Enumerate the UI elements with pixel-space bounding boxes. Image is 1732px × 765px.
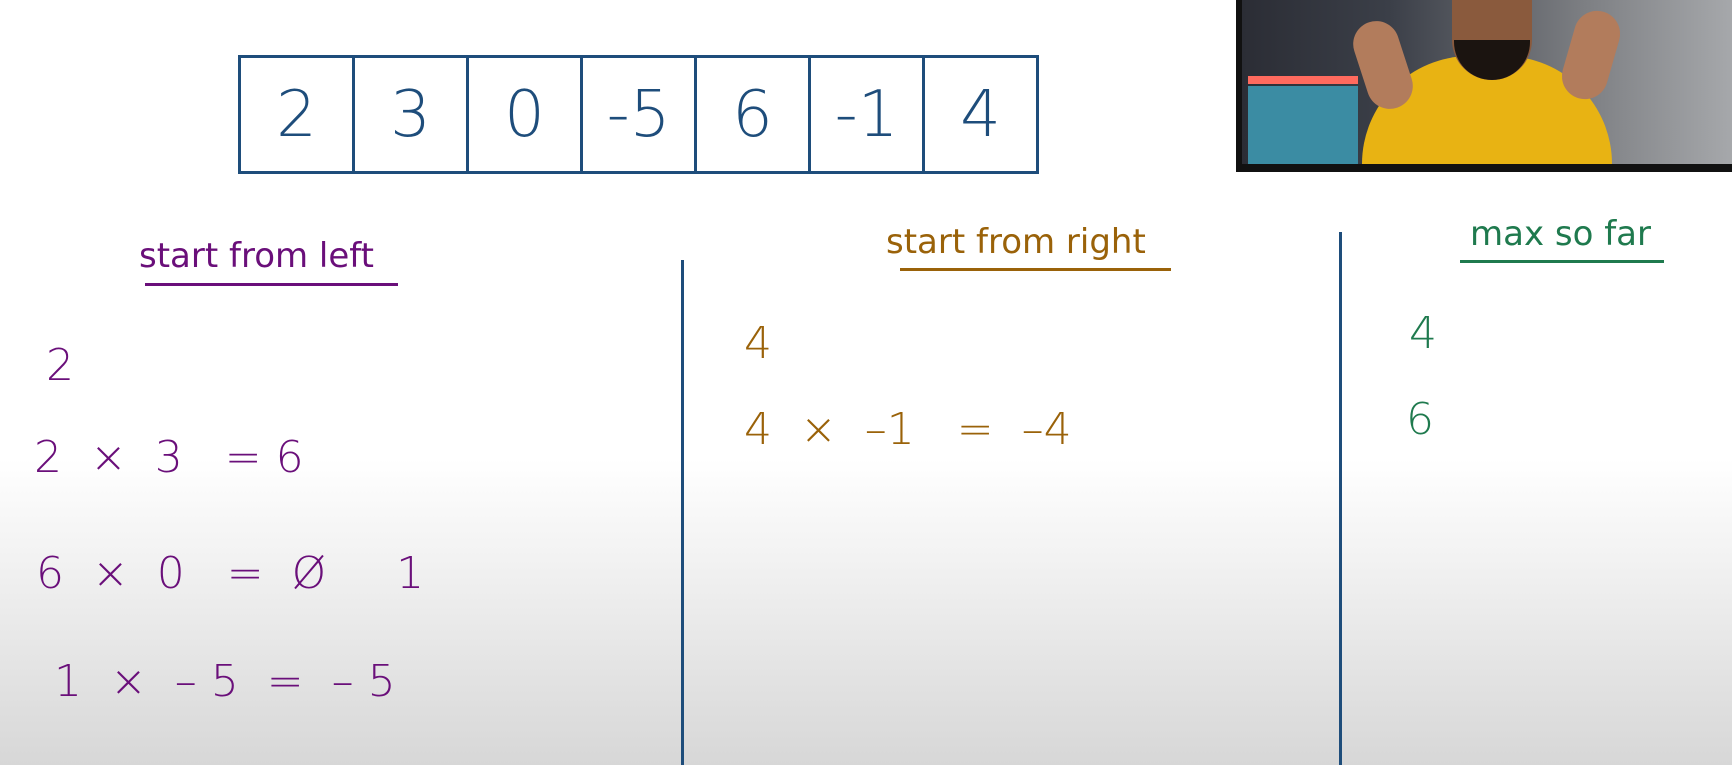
column-divider-2 — [1339, 232, 1342, 765]
left-column-heading: start from left — [139, 236, 374, 276]
middle-heading-underline — [900, 268, 1171, 271]
array-cell: -5 — [580, 55, 697, 174]
column-divider-1 — [681, 260, 684, 765]
array-cell: -1 — [808, 55, 925, 174]
left-line-3: 6 × 0 = Ø 1 — [36, 548, 425, 599]
right-line-1: 4 — [1409, 308, 1437, 359]
person-icon — [1242, 0, 1732, 164]
array-cell: 6 — [694, 55, 811, 174]
right-column-heading: max so far — [1470, 214, 1651, 254]
left-line-4: 1 × – 5 = – 5 — [54, 656, 396, 707]
array-cell: 2 — [238, 55, 355, 174]
left-heading-underline — [145, 283, 398, 286]
left-line-2: 2 × 3 = 6 — [34, 432, 304, 483]
left-line-1: 2 — [46, 340, 74, 391]
webcam-overlay — [1236, 0, 1732, 172]
middle-column-heading: start from right — [886, 222, 1146, 262]
array-cell: 3 — [352, 55, 469, 174]
middle-line-2: 4 × –1 = –4 — [744, 404, 1072, 455]
array-cell: 4 — [922, 55, 1039, 174]
middle-line-1: 4 — [744, 318, 772, 369]
array-cell: 0 — [466, 55, 583, 174]
right-line-2: 6 — [1406, 394, 1434, 445]
number-array: 2 3 0 -5 6 -1 4 — [238, 55, 1039, 174]
right-heading-underline — [1460, 260, 1664, 263]
